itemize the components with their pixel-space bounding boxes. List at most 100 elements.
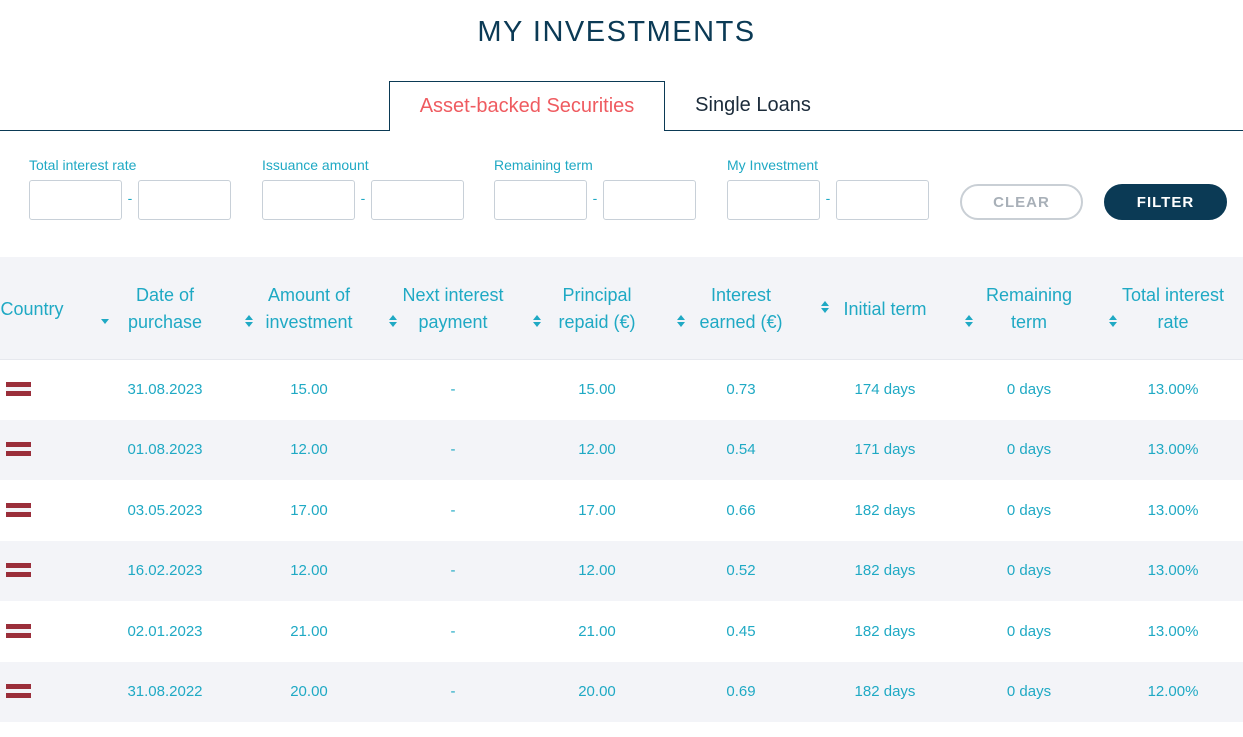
cell-remaining-term: 0 days xyxy=(1006,441,1052,458)
filter-remaining-term: Remaining term - xyxy=(494,156,696,220)
latvia-flag-icon xyxy=(6,624,31,641)
filter-label: Total interest rate xyxy=(29,157,137,173)
column-header-total-interest-rate[interactable]: Total interest rate xyxy=(1101,279,1243,339)
cell-interest: 0.66 xyxy=(726,502,756,519)
latvia-flag-icon xyxy=(6,503,31,520)
filter-label: Remaining term xyxy=(494,157,593,173)
column-header-country[interactable]: Country xyxy=(0,279,104,339)
cell-amount: 21.00 xyxy=(290,623,328,640)
tab-single-loans[interactable]: Single Loans xyxy=(665,81,841,130)
column-header-principal-repaid[interactable]: Principal repaid (€) xyxy=(525,279,669,339)
sort-icon xyxy=(245,315,253,329)
cell-rate: 13.00% xyxy=(1147,502,1199,519)
filter-button[interactable]: FILTER xyxy=(1104,184,1227,220)
cell-interest: 0.54 xyxy=(726,441,756,458)
cell-principal: 17.00 xyxy=(578,502,616,519)
range-separator: - xyxy=(127,190,133,206)
cell-next-payment: - xyxy=(450,623,456,640)
cell-principal: 12.00 xyxy=(578,562,616,579)
sort-desc-icon xyxy=(101,315,109,329)
cell-date: 03.05.2023 xyxy=(127,502,203,519)
cell-initial-term: 182 days xyxy=(854,683,916,700)
cell-next-payment: - xyxy=(450,381,456,398)
cell-remaining-term: 0 days xyxy=(1006,623,1052,640)
issuance-amount-to-input[interactable] xyxy=(371,180,464,220)
filter-label: Issuance amount xyxy=(262,157,369,173)
cell-interest: 0.69 xyxy=(726,683,756,700)
column-header-amount-of-investment[interactable]: Amount of investment xyxy=(237,279,381,339)
filter-total-interest-rate: Total interest rate - xyxy=(29,156,231,220)
sort-icon xyxy=(533,315,541,329)
cell-rate: 12.00% xyxy=(1147,683,1199,700)
column-header-date-of-purchase[interactable]: Date of purchase xyxy=(93,279,237,339)
filter-my-investment: My Investment - xyxy=(727,156,929,220)
table-row[interactable]: 31.08.2023 15.00 - 15.00 0.73 174 days 0… xyxy=(0,360,1243,420)
sort-icon xyxy=(821,301,829,315)
cell-date: 01.08.2023 xyxy=(127,441,203,458)
table-row[interactable]: 16.02.2023 12.00 - 12.00 0.52 182 days 0… xyxy=(0,541,1243,601)
sort-icon xyxy=(389,315,397,329)
range-separator: - xyxy=(825,190,831,206)
page-title: MY INVESTMENTS xyxy=(477,16,756,48)
cell-interest: 0.73 xyxy=(726,381,756,398)
table-row[interactable]: 02.01.2023 21.00 - 21.00 0.45 182 days 0… xyxy=(0,602,1243,662)
total-interest-rate-from-input[interactable] xyxy=(29,180,122,220)
cell-next-payment: - xyxy=(450,562,456,579)
cell-rate: 13.00% xyxy=(1147,562,1199,579)
cell-initial-term: 174 days xyxy=(854,381,916,398)
cell-remaining-term: 0 days xyxy=(1006,502,1052,519)
cell-amount: 17.00 xyxy=(290,502,328,519)
cell-amount: 12.00 xyxy=(290,441,328,458)
column-header-interest-earned[interactable]: Interest earned (€) xyxy=(669,279,813,339)
clear-button[interactable]: CLEAR xyxy=(960,184,1083,220)
cell-principal: 12.00 xyxy=(578,441,616,458)
cell-date: 31.08.2022 xyxy=(127,683,203,700)
my-investment-to-input[interactable] xyxy=(836,180,929,220)
cell-initial-term: 182 days xyxy=(854,502,916,519)
cell-principal: 20.00 xyxy=(578,683,616,700)
cell-date: 16.02.2023 xyxy=(127,562,203,579)
cell-rate: 13.00% xyxy=(1147,623,1199,640)
cell-principal: 21.00 xyxy=(578,623,616,640)
filter-label: My Investment xyxy=(727,157,819,173)
total-interest-rate-to-input[interactable] xyxy=(138,180,231,220)
cell-remaining-term: 0 days xyxy=(1006,683,1052,700)
latvia-flag-icon xyxy=(6,684,31,701)
sort-icon xyxy=(677,315,685,329)
table-row[interactable]: 03.05.2023 17.00 - 17.00 0.66 182 days 0… xyxy=(0,481,1243,541)
latvia-flag-icon xyxy=(6,563,31,580)
column-header-remaining-term[interactable]: Remaining term xyxy=(957,279,1101,339)
sort-icon xyxy=(965,315,973,329)
cell-interest: 0.52 xyxy=(726,562,756,579)
remaining-term-to-input[interactable] xyxy=(603,180,696,220)
latvia-flag-icon xyxy=(6,442,31,459)
cell-amount: 15.00 xyxy=(290,381,328,398)
cell-remaining-term: 0 days xyxy=(1006,562,1052,579)
cell-next-payment: - xyxy=(450,502,456,519)
my-investment-from-input[interactable] xyxy=(727,180,820,220)
remaining-term-from-input[interactable] xyxy=(494,180,587,220)
table-header: Country Date of purchase Amount of inves… xyxy=(0,257,1243,360)
cell-amount: 12.00 xyxy=(290,562,328,579)
cell-initial-term: 182 days xyxy=(854,623,916,640)
sort-icon xyxy=(1109,315,1117,329)
cell-date: 31.08.2023 xyxy=(127,381,203,398)
table-row[interactable]: 01.08.2023 12.00 - 12.00 0.54 171 days 0… xyxy=(0,420,1243,480)
cell-next-payment: - xyxy=(450,683,456,700)
cell-principal: 15.00 xyxy=(578,381,616,398)
column-header-next-interest-payment[interactable]: Next interest payment xyxy=(381,279,525,339)
tab-asset-backed-securities[interactable]: Asset-backed Securities xyxy=(389,81,665,131)
range-separator: - xyxy=(360,190,366,206)
cell-initial-term: 182 days xyxy=(854,562,916,579)
table-row[interactable]: 31.08.2022 20.00 - 20.00 0.69 182 days 0… xyxy=(0,662,1243,722)
latvia-flag-icon xyxy=(6,382,31,399)
cell-next-payment: - xyxy=(450,441,456,458)
cell-date: 02.01.2023 xyxy=(127,623,203,640)
cell-initial-term: 171 days xyxy=(854,441,916,458)
issuance-amount-from-input[interactable] xyxy=(262,180,355,220)
range-separator: - xyxy=(592,190,598,206)
cell-amount: 20.00 xyxy=(290,683,328,700)
cell-rate: 13.00% xyxy=(1147,441,1199,458)
filter-issuance-amount: Issuance amount - xyxy=(262,156,464,220)
column-header-initial-term[interactable]: Initial term xyxy=(813,279,957,339)
